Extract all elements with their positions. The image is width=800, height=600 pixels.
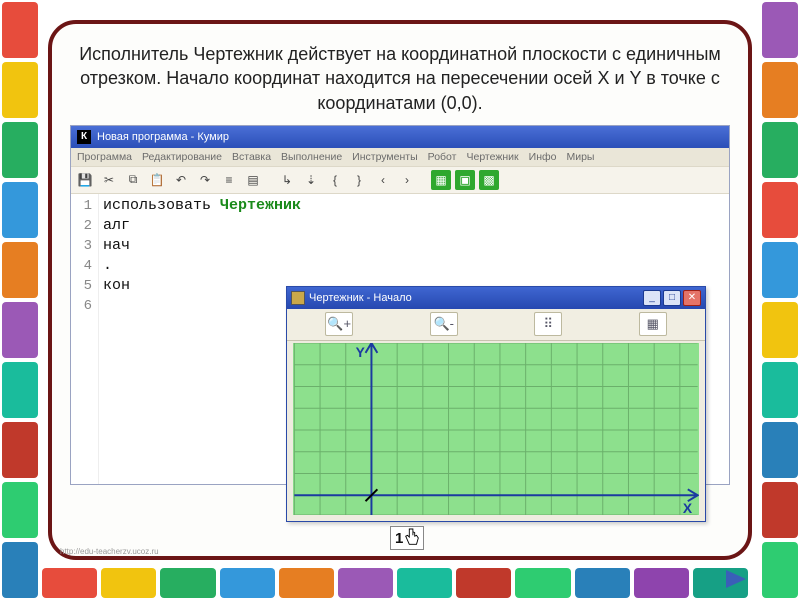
menu-item[interactable]: Выполнение	[281, 151, 342, 163]
slide-stage: Исполнитель Чертежник действует на коорд…	[48, 20, 752, 560]
menu-item[interactable]: Чертежник	[466, 151, 518, 163]
draftsman-titlebar[interactable]: Чертежник - Начало _ □ ✕	[287, 287, 705, 309]
menu-item[interactable]: Вставка	[232, 151, 271, 163]
menu-item[interactable]: Инфо	[529, 151, 557, 163]
app-title: Новая программа - Кумир	[97, 131, 229, 143]
menu-item[interactable]: Робот	[428, 151, 457, 163]
world-box-icon[interactable]: ▣	[455, 170, 475, 190]
kumir-app-window: К Новая программа - Кумир Программа Реда…	[70, 125, 730, 485]
world-grid-icon[interactable]: ▦	[431, 170, 451, 190]
save-icon[interactable]: 💾	[75, 170, 95, 190]
world-fill-icon[interactable]: ▩	[479, 170, 499, 190]
brace-left-icon[interactable]: {	[325, 170, 345, 190]
app-icon: К	[77, 130, 91, 144]
coordinate-grid[interactable]: Y X	[293, 343, 699, 515]
draftsman-icon	[291, 291, 305, 305]
crayon-border-bottom	[40, 566, 750, 600]
zoom-out-icon[interactable]: 🔍-	[430, 312, 458, 336]
axis-x-label: X	[683, 500, 693, 515]
copy-icon[interactable]: ⧉	[123, 170, 143, 190]
slide-heading: Исполнитель Чертежник действует на коорд…	[68, 40, 732, 123]
fit-icon[interactable]: ▦	[639, 312, 667, 336]
line-gutter: 1 2 3 4 5 6	[71, 194, 99, 484]
chevron-left-icon[interactable]: ‹	[373, 170, 393, 190]
step-into-icon[interactable]: ⇣	[301, 170, 321, 190]
undo-icon[interactable]: ↶	[171, 170, 191, 190]
crayon-border-right	[760, 0, 800, 600]
redo-icon[interactable]: ↷	[195, 170, 215, 190]
slide-number-cursor: 1	[390, 526, 424, 550]
close-button[interactable]: ✕	[683, 290, 701, 306]
footer-url: http://edu-teacherzv.ucoz.ru	[60, 547, 159, 556]
cut-icon[interactable]: ✂	[99, 170, 119, 190]
page-number: 1	[395, 530, 403, 547]
crayon-border-left	[0, 0, 40, 600]
list-icon[interactable]: ≡	[219, 170, 239, 190]
app-toolbar: 💾 ✂ ⧉ 📋 ↶ ↷ ≡ ▤ ↳ ⇣ { } ‹ › ▦ ▣ ▩	[71, 166, 729, 194]
draftsman-title: Чертежник - Начало	[309, 292, 412, 304]
chevron-right-icon[interactable]: ›	[397, 170, 417, 190]
brace-right-icon[interactable]: }	[349, 170, 369, 190]
code-editor[interactable]: 1 2 3 4 5 6 использовать Чертежник алг н…	[71, 194, 729, 484]
step-over-icon[interactable]: ↳	[277, 170, 297, 190]
axis-y-label: Y	[356, 344, 365, 360]
doc-icon[interactable]: ▤	[243, 170, 263, 190]
menu-item[interactable]: Программа	[77, 151, 132, 163]
minimize-button[interactable]: _	[643, 290, 661, 306]
maximize-button[interactable]: □	[663, 290, 681, 306]
grid-toggle-icon[interactable]: ⠿	[534, 312, 562, 336]
menu-item[interactable]: Инструменты	[352, 151, 417, 163]
pointer-hand-icon	[403, 527, 421, 549]
zoom-in-icon[interactable]: 🔍+	[325, 312, 353, 336]
menu-item[interactable]: Редактирование	[142, 151, 222, 163]
grid-svg: Y X	[293, 343, 699, 515]
app-menubar[interactable]: Программа Редактирование Вставка Выполне…	[71, 148, 729, 166]
menu-item[interactable]: Миры	[566, 151, 594, 163]
next-slide-button[interactable]	[724, 568, 748, 590]
draftsman-toolbar: 🔍+ 🔍- ⠿ ▦	[287, 309, 705, 341]
app-titlebar[interactable]: К Новая программа - Кумир	[71, 126, 729, 148]
draftsman-window[interactable]: Чертежник - Начало _ □ ✕ 🔍+ 🔍- ⠿ ▦	[286, 286, 706, 522]
paste-icon[interactable]: 📋	[147, 170, 167, 190]
